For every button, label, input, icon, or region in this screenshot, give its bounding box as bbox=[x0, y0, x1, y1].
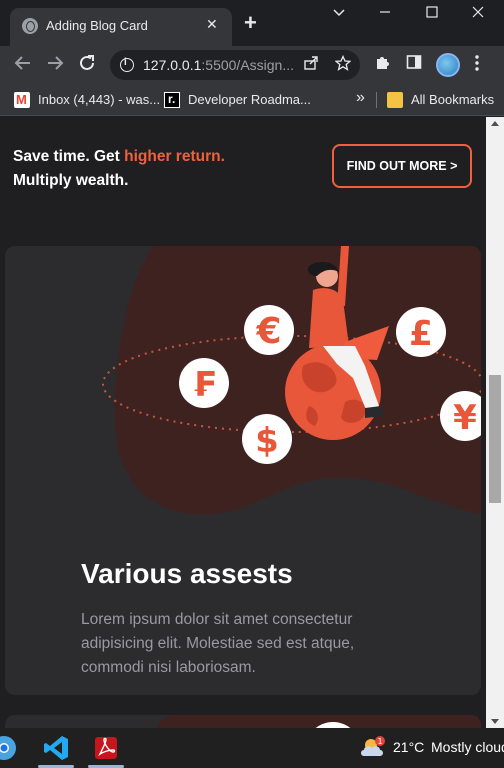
next-blog-card[interactable] bbox=[5, 715, 481, 728]
page-scrollbar[interactable] bbox=[486, 117, 504, 728]
weather-temperature: 21°C bbox=[393, 739, 425, 755]
tab-title: Adding Blog Card bbox=[46, 18, 148, 33]
profile-avatar[interactable] bbox=[436, 53, 460, 77]
vscode-icon[interactable] bbox=[42, 734, 70, 762]
yen-symbol: ¥ bbox=[453, 398, 477, 438]
scroll-down-arrow-icon[interactable] bbox=[491, 719, 499, 724]
roadmap-icon bbox=[164, 92, 180, 108]
page-viewport: Save time. Get higher return. Multiply w… bbox=[0, 117, 486, 728]
euro-symbol: € bbox=[255, 311, 281, 352]
folder-icon bbox=[387, 92, 403, 108]
all-bookmarks-link[interactable]: All Bookmarks bbox=[411, 92, 494, 107]
windows-taskbar: 1 21°C Mostly cloudy bbox=[0, 728, 504, 768]
gmail-icon bbox=[14, 92, 30, 108]
dollar-symbol: $ bbox=[255, 421, 279, 461]
extensions-puzzle-icon[interactable] bbox=[374, 54, 391, 76]
globe-icon bbox=[22, 18, 38, 34]
reload-icon[interactable] bbox=[78, 54, 96, 77]
card-description: Lorem ipsum dolor sit amet consectetur a… bbox=[81, 611, 355, 676]
browser-toolbar: 127.0.0.1:5500/Assign... bbox=[0, 46, 504, 84]
close-window-icon[interactable] bbox=[472, 5, 484, 22]
bookmark-inbox[interactable]: Inbox (4,443) - was... bbox=[38, 92, 160, 107]
card-title: Various assests bbox=[81, 558, 293, 589]
browser-tab[interactable]: Adding Blog Card ✕ bbox=[10, 8, 232, 46]
side-panel-icon[interactable] bbox=[406, 54, 422, 75]
promo-headline: Save time. Get higher return. Multiply w… bbox=[13, 145, 225, 193]
url-text: 127.0.0.1:5500/Assign... bbox=[143, 57, 295, 73]
weather-cloud-icon[interactable]: 1 bbox=[360, 736, 386, 758]
bookmarks-divider bbox=[376, 92, 377, 108]
scrollbar-thumb[interactable] bbox=[489, 375, 501, 503]
forward-arrow-icon[interactable] bbox=[46, 54, 64, 77]
site-info-icon[interactable] bbox=[120, 57, 134, 72]
promo-line2: Multiply wealth. bbox=[13, 172, 129, 189]
promo-highlight: higher return. bbox=[124, 148, 225, 165]
back-arrow-icon[interactable] bbox=[14, 54, 32, 77]
weather-description: Mostly cloudy bbox=[431, 739, 504, 755]
scroll-up-arrow-icon[interactable] bbox=[491, 121, 499, 126]
menu-kebab-icon[interactable] bbox=[474, 54, 480, 77]
address-bar[interactable]: 127.0.0.1:5500/Assign... bbox=[110, 50, 360, 80]
bookmarks-overflow-chevron-icon[interactable]: » bbox=[356, 89, 365, 107]
blog-card[interactable]: € £ ₣ $ ¥ Various assests Lorem ipsum do… bbox=[5, 246, 481, 695]
find-out-more-button[interactable]: FIND OUT MORE > bbox=[332, 144, 472, 188]
franc-symbol: ₣ bbox=[192, 365, 216, 405]
card-illustration: € £ ₣ $ ¥ bbox=[102, 246, 481, 515]
tab-search-chevron-icon[interactable] bbox=[333, 5, 345, 22]
acrobat-icon[interactable] bbox=[92, 734, 120, 762]
weather-badge: 1 bbox=[377, 737, 382, 746]
new-tab-icon[interactable]: + bbox=[244, 12, 257, 34]
bookmark-star-icon[interactable] bbox=[334, 54, 352, 75]
maximize-icon[interactable] bbox=[426, 5, 438, 22]
bookmarks-bar: Inbox (4,443) - was... Developer Roadma.… bbox=[0, 84, 504, 116]
chrome-taskbar-icon[interactable] bbox=[0, 734, 18, 762]
promo-line1: Save time. Get bbox=[13, 148, 125, 165]
pound-symbol: £ bbox=[409, 314, 433, 354]
share-icon[interactable] bbox=[303, 55, 319, 75]
browser-tabstrip: Adding Blog Card ✕ + bbox=[0, 0, 504, 46]
tab-close-icon[interactable]: ✕ bbox=[206, 16, 218, 33]
bookmark-developer-roadmap[interactable]: Developer Roadma... bbox=[188, 92, 311, 107]
minimize-icon[interactable] bbox=[379, 5, 391, 22]
